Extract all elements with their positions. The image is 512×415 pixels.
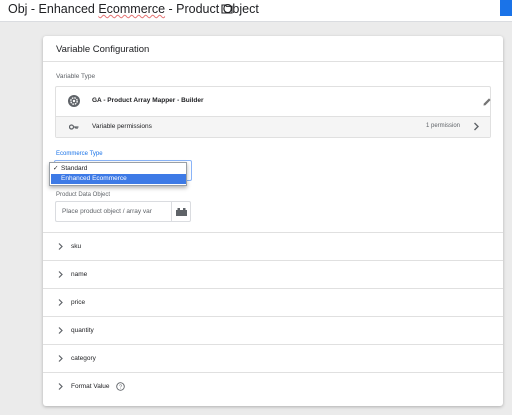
svg-text:?: ? — [119, 385, 122, 391]
key-icon — [69, 124, 79, 130]
variable-type-box[interactable]: GA - Product Array Mapper - Builder Vari… — [55, 86, 491, 138]
field-row-sku[interactable]: sku — [43, 232, 503, 260]
title-suffix: - Product Object — [165, 2, 259, 16]
top-bar: Obj - Enhanced Ecommerce - Product Objec… — [0, 0, 512, 22]
field-label: quantity — [71, 327, 94, 334]
variable-configuration-card: Variable Configuration Variable Type GA … — [43, 36, 503, 406]
variable-type-label: Variable Type — [56, 73, 96, 80]
save-button-edge[interactable] — [500, 0, 512, 16]
chevron-right-icon — [58, 271, 63, 278]
variable-type-row[interactable]: GA - Product Array Mapper - Builder — [56, 87, 492, 116]
title-prefix: Obj - Enhanced — [8, 2, 99, 16]
field-row-quantity[interactable]: quantity — [43, 316, 503, 344]
option-label: Standard — [61, 165, 88, 172]
variable-picker-button[interactable] — [171, 201, 191, 222]
product-data-object-label: Product Data Object — [56, 192, 111, 198]
field-label: sku — [71, 243, 82, 250]
card-title: Variable Configuration — [56, 44, 150, 55]
permissions-count: 1 permission — [426, 123, 461, 129]
field-label: price — [71, 299, 86, 306]
chevron-right-icon — [58, 383, 63, 390]
title-misspelled-word: Ecommerce — [98, 2, 166, 16]
chevron-right-icon — [58, 355, 63, 362]
folder-icon[interactable] — [221, 3, 233, 14]
field-label: name — [71, 271, 88, 278]
variable-brick-icon — [176, 208, 187, 216]
help-circle-icon[interactable]: ? — [116, 382, 125, 391]
ecommerce-type-label: Ecommerce Type — [56, 151, 103, 157]
field-row-price[interactable]: price — [43, 288, 503, 316]
field-row-category[interactable]: category — [43, 344, 503, 372]
permissions-label: Variable permissions — [92, 123, 152, 130]
option-enhanced-ecommerce[interactable]: Enhanced Ecommerce — [51, 174, 186, 184]
chevron-right-icon — [474, 122, 479, 131]
chevron-right-icon — [58, 327, 63, 334]
option-label: Enhanced Ecommerce — [61, 175, 127, 182]
field-label: category — [71, 355, 96, 362]
chevron-right-icon — [58, 243, 63, 250]
product-data-object-input[interactable] — [55, 201, 171, 222]
pencil-icon[interactable] — [482, 97, 492, 107]
ecommerce-type-dropdown[interactable]: ✓ Standard Enhanced Ecommerce — [49, 162, 187, 186]
option-standard[interactable]: ✓ Standard — [51, 164, 186, 174]
field-row-name[interactable]: name — [43, 260, 503, 288]
gear-icon — [68, 95, 80, 107]
checkmark-icon: ✓ — [53, 165, 59, 172]
field-row-format-value[interactable]: Format Value ? — [43, 372, 503, 400]
chevron-right-icon — [58, 299, 63, 306]
variable-permissions-row[interactable]: Variable permissions 1 permission — [56, 116, 490, 137]
divider — [43, 61, 503, 62]
variable-type-name: GA - Product Array Mapper - Builder — [92, 97, 204, 104]
field-label: Format Value — [71, 383, 110, 390]
